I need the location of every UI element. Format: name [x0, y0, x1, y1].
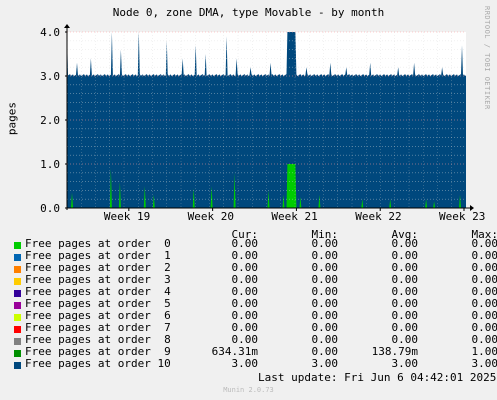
x-tick-label: Week 22	[355, 210, 401, 223]
last-update: Last update: Fri Jun 6 04:42:01 2025	[258, 371, 497, 384]
chart-plot: 0.0 1.0 2.0 3.0 4.0 Week 19 Week 20 Week 21 Week…	[40, 24, 485, 223]
legend-swatch	[14, 350, 21, 357]
x-tick-label: Week 23	[439, 210, 485, 223]
legend-swatch	[14, 278, 21, 285]
munin-graph: Node 0, zone DMA, type Movable - by mont…	[0, 0, 497, 400]
legend-swatch	[14, 338, 21, 345]
legend-swatch	[14, 302, 21, 309]
y-tick-label: 3.0	[40, 70, 60, 83]
x-tick-label: Week 21	[271, 210, 317, 223]
legend-swatch	[14, 290, 21, 297]
x-tick-label: Week 19	[104, 210, 150, 223]
x-tick-label: Week 20	[188, 210, 234, 223]
y-tick-label: 1.0	[40, 158, 60, 171]
legend-value-avg: 3.00	[391, 357, 419, 370]
legend-swatch	[14, 266, 21, 273]
munin-version: Munin 2.0.73	[223, 386, 274, 394]
y-tick-label: 2.0	[40, 114, 60, 127]
legend-value-min: 3.00	[311, 357, 339, 370]
legend-series-name: Free pages at order 10	[25, 357, 171, 370]
legend-swatch	[14, 326, 21, 333]
y-tick-label: 4.0	[40, 26, 60, 39]
legend-value-cur: 3.00	[231, 357, 259, 370]
legend-swatch	[14, 254, 21, 261]
legend-swatch	[14, 314, 21, 321]
y-tick-label: 0.0	[40, 202, 60, 215]
legend-value-max: 3.00	[471, 357, 497, 370]
y-axis-arrow	[64, 24, 70, 28]
legend-swatch	[14, 242, 21, 249]
legend-swatch	[14, 362, 21, 369]
